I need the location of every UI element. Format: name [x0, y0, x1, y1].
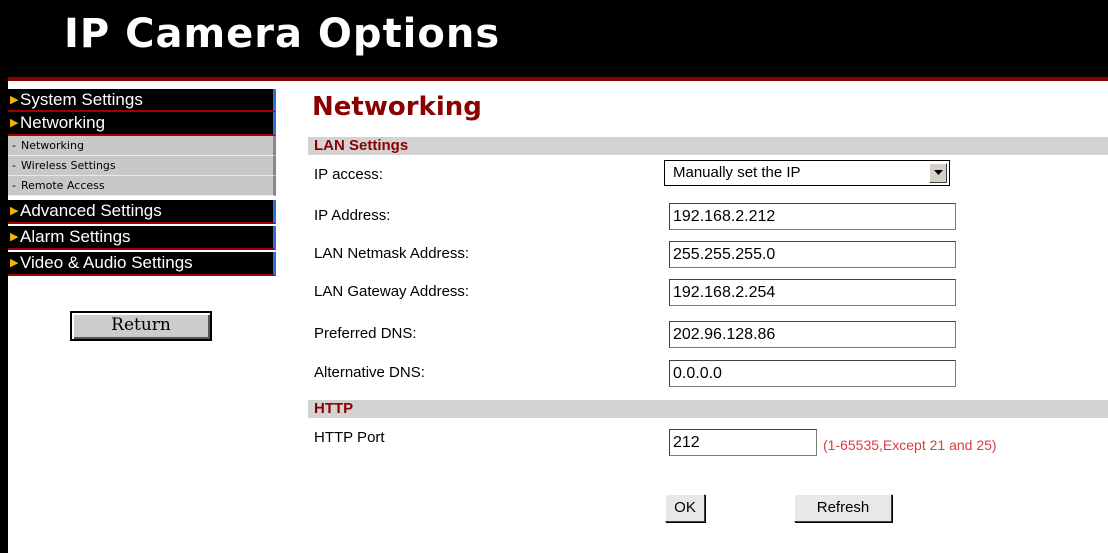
- app-title: IP Camera Options: [64, 11, 501, 57]
- sidebar-subitem-label: Wireless Settings: [21, 159, 116, 172]
- sidebar-subitem-label: Remote Access: [21, 179, 105, 192]
- dash-icon: -: [12, 139, 16, 152]
- section-title: LAN Settings: [314, 137, 409, 154]
- netmask-label: LAN Netmask Address:: [314, 245, 470, 262]
- left-border: [0, 0, 8, 553]
- dropdown-button[interactable]: [929, 163, 947, 183]
- page: IP Camera Options ▶ System Settings ▶ Ne…: [0, 0, 1108, 553]
- sidebar-subitem-remote-access[interactable]: - Remote Access: [8, 176, 276, 196]
- header-banner: IP Camera Options: [8, 0, 1108, 81]
- alternative-dns-field[interactable]: [669, 360, 956, 387]
- sidebar-item-alarm-settings[interactable]: ▶ Alarm Settings: [8, 226, 276, 250]
- section-title: HTTP: [314, 400, 354, 417]
- triangle-right-icon: ▶: [10, 94, 19, 106]
- http-port-label: HTTP Port: [314, 429, 385, 446]
- sidebar: ▶ System Settings ▶ Networking - Network…: [8, 89, 276, 276]
- sidebar-subitem-wireless-settings[interactable]: - Wireless Settings: [8, 156, 276, 176]
- preferred-dns-label: Preferred DNS:: [314, 325, 417, 342]
- http-port-hint: (1-65535,Except 21 and 25): [823, 437, 997, 453]
- sidebar-item-label: Networking: [20, 113, 106, 132]
- ip-access-label: IP access:: [314, 166, 383, 183]
- sidebar-item-label: System Settings: [20, 90, 143, 109]
- alternative-dns-label: Alternative DNS:: [314, 364, 425, 381]
- sidebar-subitem-networking[interactable]: - Networking: [8, 136, 276, 156]
- sidebar-item-networking[interactable]: ▶ Networking: [8, 112, 276, 136]
- return-button[interactable]: Return: [70, 311, 212, 341]
- dash-icon: -: [12, 159, 16, 172]
- ip-access-selected-value: Manually set the IP: [673, 164, 801, 181]
- chevron-down-icon: [934, 170, 943, 175]
- triangle-right-icon: ▶: [10, 205, 19, 217]
- netmask-field[interactable]: [669, 241, 956, 268]
- http-section-header: HTTP: [308, 400, 1108, 418]
- refresh-button[interactable]: Refresh: [794, 494, 892, 522]
- gateway-label: LAN Gateway Address:: [314, 283, 470, 300]
- sidebar-item-label: Alarm Settings: [20, 227, 131, 246]
- ip-address-label: IP Address:: [314, 207, 391, 224]
- page-title: Networking: [312, 92, 482, 122]
- lan-settings-section-header: LAN Settings: [308, 137, 1108, 155]
- sidebar-item-advanced-settings[interactable]: ▶ Advanced Settings: [8, 200, 276, 224]
- ip-access-select[interactable]: Manually set the IP: [664, 160, 950, 186]
- sidebar-subitem-label: Networking: [21, 139, 84, 152]
- http-port-field[interactable]: [669, 429, 817, 456]
- sidebar-item-video-audio-settings[interactable]: ▶ Video & Audio Settings: [8, 252, 276, 276]
- dash-icon: -: [12, 179, 16, 192]
- triangle-right-icon: ▶: [10, 117, 19, 129]
- sidebar-item-system-settings[interactable]: ▶ System Settings: [8, 89, 276, 112]
- ok-button[interactable]: OK: [665, 494, 705, 522]
- ip-address-field[interactable]: [669, 203, 956, 230]
- triangle-right-icon: ▶: [10, 257, 19, 269]
- triangle-right-icon: ▶: [10, 231, 19, 243]
- sidebar-item-label: Video & Audio Settings: [20, 253, 193, 272]
- sidebar-item-label: Advanced Settings: [20, 201, 162, 220]
- preferred-dns-field[interactable]: [669, 321, 956, 348]
- gateway-field[interactable]: [669, 279, 956, 306]
